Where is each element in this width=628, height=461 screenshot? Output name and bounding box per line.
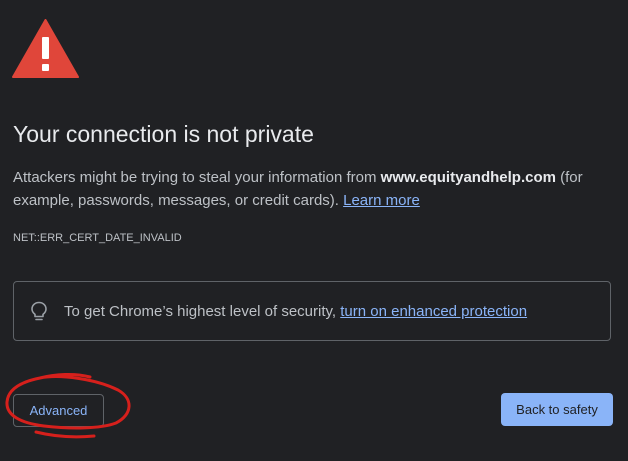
enhanced-protection-prefix: To get Chrome’s highest level of securit… (64, 303, 341, 320)
error-code: NET::ERR_CERT_DATE_INVALID (13, 232, 182, 244)
enhanced-protection-link[interactable]: turn on enhanced protection (340, 303, 527, 320)
enhanced-protection-text: To get Chrome’s highest level of securit… (64, 303, 527, 320)
domain-name: www.equityandhelp.com (380, 169, 556, 186)
page-title: Your connection is not private (13, 121, 314, 147)
learn-more-link[interactable]: Learn more (343, 192, 420, 209)
message-prefix: Attackers might be trying to steal your … (13, 169, 381, 186)
main-message: Attackers might be trying to steal your … (13, 166, 619, 212)
back-to-safety-button[interactable]: Back to safety (501, 393, 613, 426)
lightbulb-icon (31, 301, 47, 321)
enhanced-protection-box: To get Chrome’s highest level of securit… (13, 281, 611, 341)
warning-triangle-icon (12, 19, 79, 78)
advanced-button[interactable]: Advanced (13, 394, 104, 427)
